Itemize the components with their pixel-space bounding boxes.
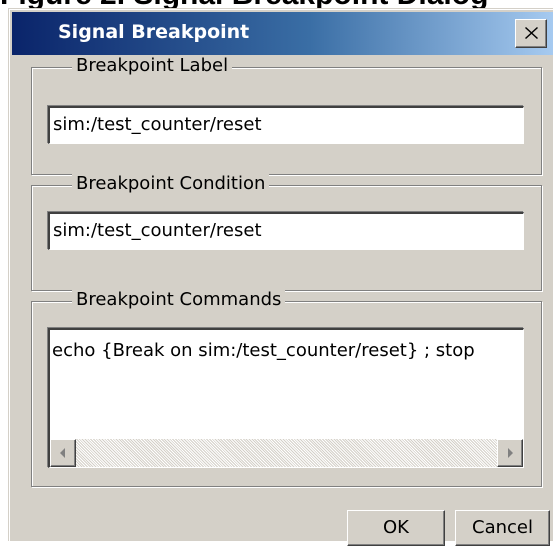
breakpoint-label-legend: Breakpoint Label [72,55,233,77]
breakpoint-label-group: Breakpoint Label sim:/test_counter/reset [31,55,542,175]
breakpoint-commands-text: echo {Break on sim:/test_counter/reset} … [52,340,475,361]
scroll-left-arrow-icon [60,448,65,458]
close-button[interactable] [515,19,547,48]
breakpoint-label-input[interactable]: sim:/test_counter/reset [48,106,524,144]
breakpoint-commands-group: Breakpoint Commands echo {Break on sim:/… [31,289,542,487]
horizontal-scrollbar[interactable] [50,439,523,467]
breakpoint-condition-group: Breakpoint Condition sim:/test_counter/r… [31,173,542,291]
scroll-left-button[interactable] [50,439,76,467]
breakpoint-commands-textarea[interactable]: echo {Break on sim:/test_counter/reset} … [48,328,524,468]
dialog-title: Signal Breakpoint [58,21,250,43]
breakpoint-condition-input[interactable]: sim:/test_counter/reset [48,212,524,250]
breakpoint-commands-legend: Breakpoint Commands [72,289,286,311]
scroll-right-arrow-icon [508,448,513,458]
scroll-right-button[interactable] [497,439,523,467]
dialog-titlebar[interactable]: Signal Breakpoint [12,12,553,55]
signal-breakpoint-dialog: Signal Breakpoint Breakpoint Label sim:/… [8,8,553,546]
breakpoint-condition-legend: Breakpoint Condition [72,173,270,195]
close-icon [525,27,538,39]
